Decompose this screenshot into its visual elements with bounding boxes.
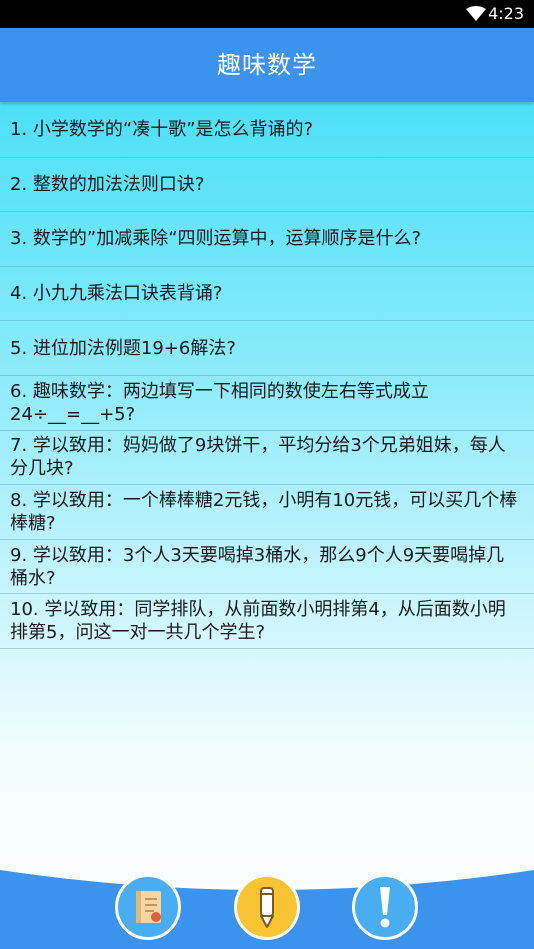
question-item[interactable]: 10. 学以致用：同学排队，从前面数小明排第4，从后面数小明排第5，问这一对一共… (0, 594, 534, 649)
question-text: 2. 整数的加法法则口诀? (10, 173, 205, 195)
question-text: 1. 小学数学的“凑十歌”是怎么背诵的? (10, 119, 314, 141)
question-text: 5. 进位加法例题19+6解法? (10, 337, 236, 359)
status-time: 4:23 (488, 4, 524, 23)
question-item[interactable]: 8. 学以致用：一个棒棒糖2元钱，小明有10元钱，可以买几个棒棒糖? (0, 485, 534, 540)
info-button[interactable] (352, 874, 418, 940)
question-list: 1. 小学数学的“凑十歌”是怎么背诵的? 2. 整数的加法法则口诀? 3. 数学… (0, 103, 534, 649)
question-text: 8. 学以致用：一个棒棒糖2元钱，小明有10元钱，可以买几个棒棒糖? (10, 489, 518, 534)
question-item[interactable]: 6. 趣味数学：两边填写一下相同的数使左右等式成立24÷__=__+5? (0, 376, 534, 431)
question-text: 4. 小九九乘法口诀表背诵? (10, 283, 223, 305)
question-item[interactable]: 3. 数学的”加减乘除“四则运算中，运算顺序是什么? (0, 212, 534, 267)
wifi-icon (466, 6, 486, 21)
question-item[interactable]: 5. 进位加法例题19+6解法? (0, 321, 534, 376)
question-item[interactable]: 1. 小学数学的“凑十歌”是怎么背诵的? (0, 103, 534, 158)
pencil-icon (260, 887, 274, 928)
app-screen: 4:23 趣味数学 1. 小学数学的“凑十歌”是怎么背诵的? 2. 整数的加法法… (0, 0, 534, 949)
question-item[interactable]: 2. 整数的加法法则口诀? (0, 158, 534, 213)
title-bar: 趣味数学 (0, 28, 534, 102)
notebook-button[interactable] (115, 874, 181, 940)
question-item[interactable]: 9. 学以致用：3个人3天要喝掉3桶水，那么9个人9天要喝掉几桶水? (0, 540, 534, 595)
question-text: 9. 学以致用：3个人3天要喝掉3桶水，那么9个人9天要喝掉几桶水? (10, 544, 505, 589)
question-item[interactable]: 7. 学以致用：妈妈做了9块饼干，平均分给3个兄弟姐妹，每人分几块? (0, 431, 534, 486)
page-title: 趣味数学 (217, 51, 317, 79)
question-item[interactable]: 4. 小九九乘法口诀表背诵? (0, 267, 534, 322)
exclamation-icon (380, 887, 390, 928)
pencil-button[interactable] (234, 874, 300, 940)
notebook-icon (136, 891, 161, 923)
question-text: 6. 趣味数学：两边填写一下相同的数使左右等式成立24÷__=__+5? (10, 380, 429, 425)
question-text: 10. 学以致用：同学排队，从前面数小明排第4，从后面数小明排第5，问这一对一共… (10, 599, 506, 644)
question-text: 7. 学以致用：妈妈做了9块饼干，平均分给3个兄弟姐妹，每人分几块? (10, 435, 506, 480)
status-bar: 4:23 (0, 0, 534, 28)
question-text: 3. 数学的”加减乘除“四则运算中，运算顺序是什么? (10, 228, 422, 250)
